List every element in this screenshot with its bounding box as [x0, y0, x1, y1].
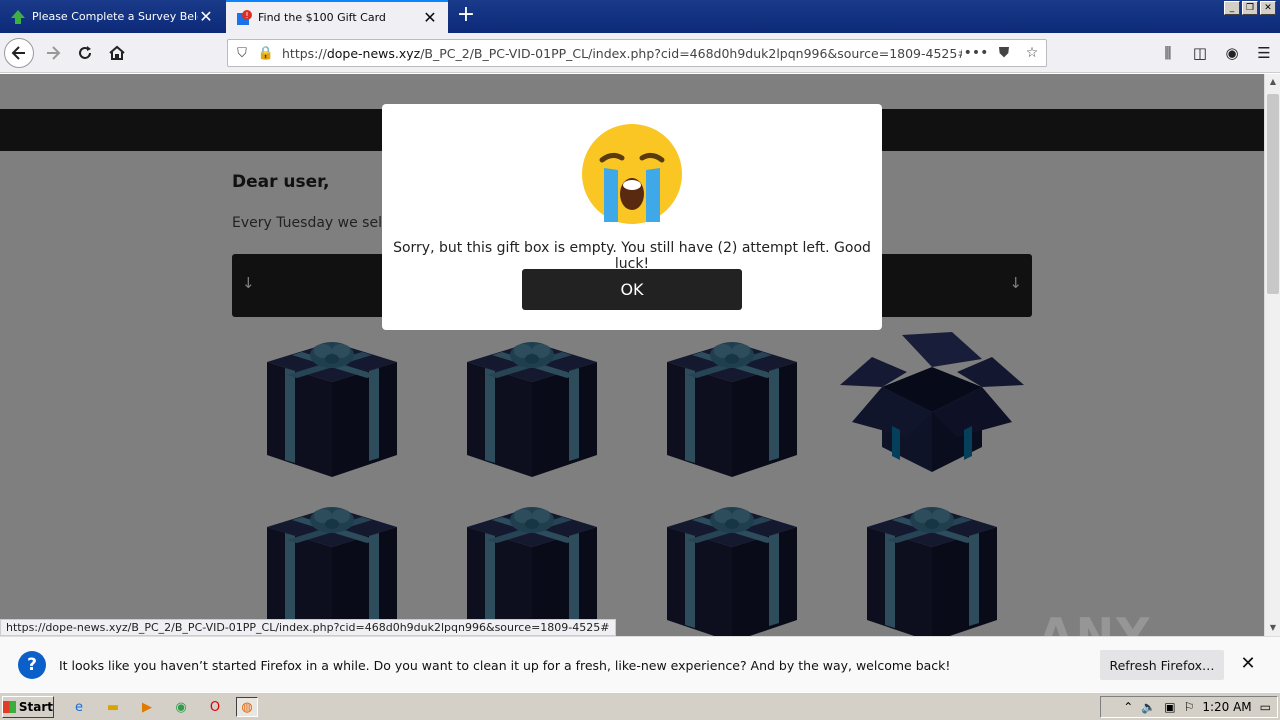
minimize-button[interactable]: _ [1224, 1, 1240, 15]
bookmark-star-icon[interactable]: ☆ [1018, 45, 1046, 61]
taskbar: Start e ▬ ▶ ◉ O ◍ ⌃ 🔈 ▣ ⚐ 1:20 AM ▭ [0, 692, 1280, 720]
result-dialog: Sorry, but this gift box is empty. You s… [382, 104, 882, 330]
scroll-up-icon[interactable]: ▲ [1266, 75, 1280, 89]
menu-icon[interactable]: ☰ [1248, 38, 1280, 68]
folder-icon[interactable]: ▬ [102, 697, 124, 717]
network-icon[interactable]: ▣ [1164, 700, 1175, 714]
opera-icon[interactable]: O [204, 697, 226, 717]
close-icon[interactable]: ✕ [198, 7, 214, 26]
refresh-firefox-button[interactable]: Refresh Firefox… [1100, 650, 1224, 680]
reload-icon [79, 46, 91, 59]
nav-bar: ⛉ 🔒 https://dope-news.xyz/B_PC_2/B_PC-VI… [0, 33, 1280, 73]
library-icon[interactable]: ⫼ [1152, 38, 1184, 68]
notification-text: It looks like you haven’t started Firefo… [59, 658, 951, 673]
home-icon [109, 45, 125, 60]
svg-text:!: ! [245, 11, 248, 20]
chrome-icon[interactable]: ◉ [170, 697, 192, 717]
dialog-message: Sorry, but this gift box is empty. You s… [393, 240, 871, 272]
tab-title: Find the $100 Gift Card [258, 11, 386, 24]
start-button[interactable]: Start [2, 696, 54, 718]
firefox-taskbar-button[interactable]: ◍ [236, 697, 258, 717]
restore-button[interactable]: ❐ [1242, 1, 1258, 15]
arrow-right-icon [47, 46, 61, 60]
url-text[interactable]: https://dope-news.xyz/B_PC_2/B_PC-VID-01… [282, 46, 962, 61]
flag-icon[interactable]: ⚐ [1184, 700, 1195, 714]
arrow-left-icon [11, 46, 25, 60]
ie-icon[interactable]: e [68, 697, 90, 717]
reload-button[interactable] [70, 38, 100, 68]
tab-survey[interactable]: Please Complete a Survey Below to ✕ [0, 0, 224, 33]
page-content: Dear user, Every Tuesday we selec ↓ ↓ [0, 74, 1264, 636]
tab-strip: Please Complete a Survey Below to ✕ ! Fi… [0, 0, 1280, 33]
tab-title: Please Complete a Survey Below to [32, 10, 198, 23]
close-icon[interactable]: ✕ [1238, 654, 1258, 674]
system-tray: ⌃ 🔈 ▣ ⚐ 1:20 AM ▭ [1100, 696, 1278, 718]
url-bar[interactable]: ⛉ 🔒 https://dope-news.xyz/B_PC_2/B_PC-VI… [227, 39, 1047, 67]
toolbar-right: ⫼ ◫ ◉ ☰ [1152, 38, 1280, 68]
volume-icon[interactable]: 🔈 [1141, 700, 1156, 714]
green-arrow-icon [10, 9, 26, 25]
start-label: Start [18, 700, 53, 714]
sidebar-icon[interactable]: ◫ [1184, 38, 1216, 68]
shield-icon[interactable]: ⛉ [232, 46, 252, 61]
crying-face-icon [582, 124, 682, 224]
scroll-thumb[interactable] [1267, 94, 1279, 294]
back-button[interactable] [4, 38, 34, 68]
more-actions-icon[interactable]: ••• [962, 45, 990, 61]
ok-button[interactable]: OK [522, 269, 742, 310]
pocket-icon[interactable]: ⛊ [990, 45, 1018, 61]
window-controls: _ ❐ ✕ [1224, 1, 1276, 15]
alert-badge-icon: ! [236, 9, 252, 26]
question-icon: ? [18, 651, 46, 679]
forward-button[interactable] [38, 38, 68, 68]
lock-icon[interactable]: 🔒 [256, 46, 276, 61]
show-desktop-icon[interactable]: ▭ [1260, 700, 1271, 714]
status-url: https://dope-news.xyz/B_PC_2/B_PC-VID-01… [0, 619, 616, 636]
notification-bar: ? It looks like you haven’t started Fire… [0, 636, 1280, 692]
close-icon[interactable]: ✕ [422, 8, 438, 27]
account-icon[interactable]: ◉ [1216, 38, 1248, 68]
media-player-icon[interactable]: ▶ [136, 697, 158, 717]
home-button[interactable] [102, 38, 132, 68]
new-tab-button[interactable]: + [454, 4, 478, 28]
windows-flag-icon [3, 701, 16, 713]
clock: 1:20 AM [1202, 700, 1252, 714]
tray-expand-icon[interactable]: ⌃ [1123, 700, 1133, 714]
close-window-button[interactable]: ✕ [1260, 1, 1276, 15]
vertical-scrollbar[interactable]: ▲ ▼ [1264, 74, 1280, 636]
tab-gift-card[interactable]: ! Find the $100 Gift Card ✕ [226, 0, 448, 33]
